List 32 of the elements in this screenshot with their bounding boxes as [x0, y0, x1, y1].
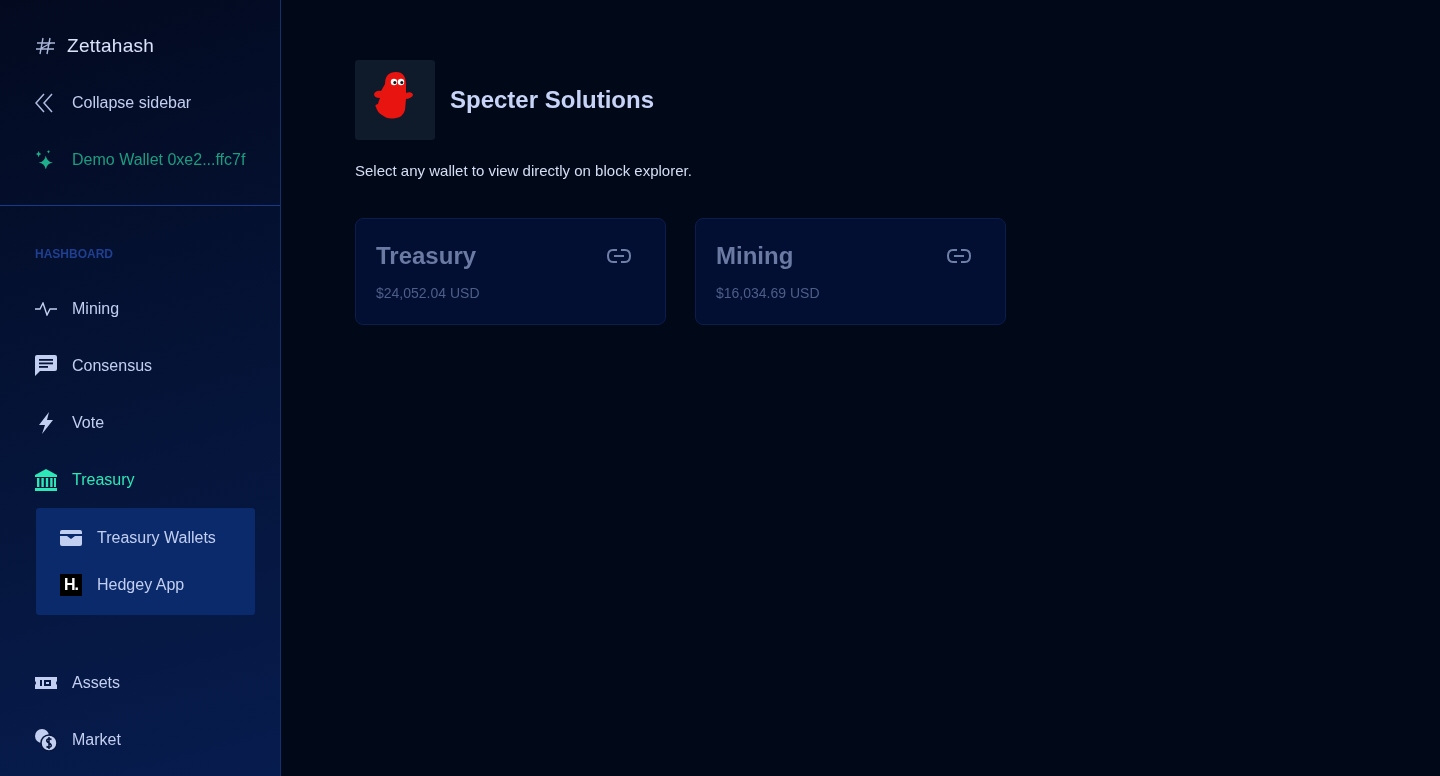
collapse-button[interactable]: Collapse sidebar: [35, 74, 192, 131]
link-icon: [607, 249, 631, 263]
section-label: HASHBOARD: [35, 246, 114, 262]
bank-icon: [35, 468, 57, 491]
wallet-name: Treasury: [376, 241, 477, 271]
nav-item[interactable]: Mining: [35, 280, 120, 337]
brand-name: Zettahash: [67, 34, 155, 57]
wallet-card[interactable]: Mining $16,034.69 USD: [695, 218, 1006, 325]
nav-item[interactable]: Consensus: [35, 337, 153, 394]
submenu-item[interactable]: H. Hedgey App: [60, 561, 185, 609]
wallet-balance: $16,034.69 USD: [716, 284, 821, 302]
wallet-name: Mining: [716, 241, 794, 271]
nav-item[interactable]: Vote: [35, 394, 105, 451]
submenu-item[interactable]: Treasury Wallets: [60, 514, 216, 562]
sparkle-icon: [35, 149, 53, 170]
nav-item[interactable]: Market: [35, 711, 121, 769]
wallet-balance: $24,052.04 USD: [376, 284, 481, 302]
org-title: Specter Solutions: [450, 86, 655, 114]
wallet-button[interactable]: Demo Wallet 0xe2...ffc7f: [35, 131, 246, 188]
wallet-card[interactable]: Treasury $24,052.04 USD: [355, 218, 666, 325]
hash-logo-icon: [35, 35, 57, 56]
chat-bubble-icon: [35, 355, 57, 376]
instruction-text: Select any wallet to view directly on block explorer.: [355, 161, 693, 181]
nav-item[interactable]: Treasury: [35, 451, 135, 508]
pulse-icon: [35, 301, 57, 316]
link-icon: [947, 249, 971, 263]
coins-icon: [35, 729, 57, 751]
nav-item[interactable]: Assets: [35, 654, 120, 712]
tray-icon: [60, 530, 82, 546]
ticket-icon: [35, 677, 57, 689]
letter-logo: H.: [60, 574, 82, 596]
double-chevron-icon: [35, 92, 53, 113]
